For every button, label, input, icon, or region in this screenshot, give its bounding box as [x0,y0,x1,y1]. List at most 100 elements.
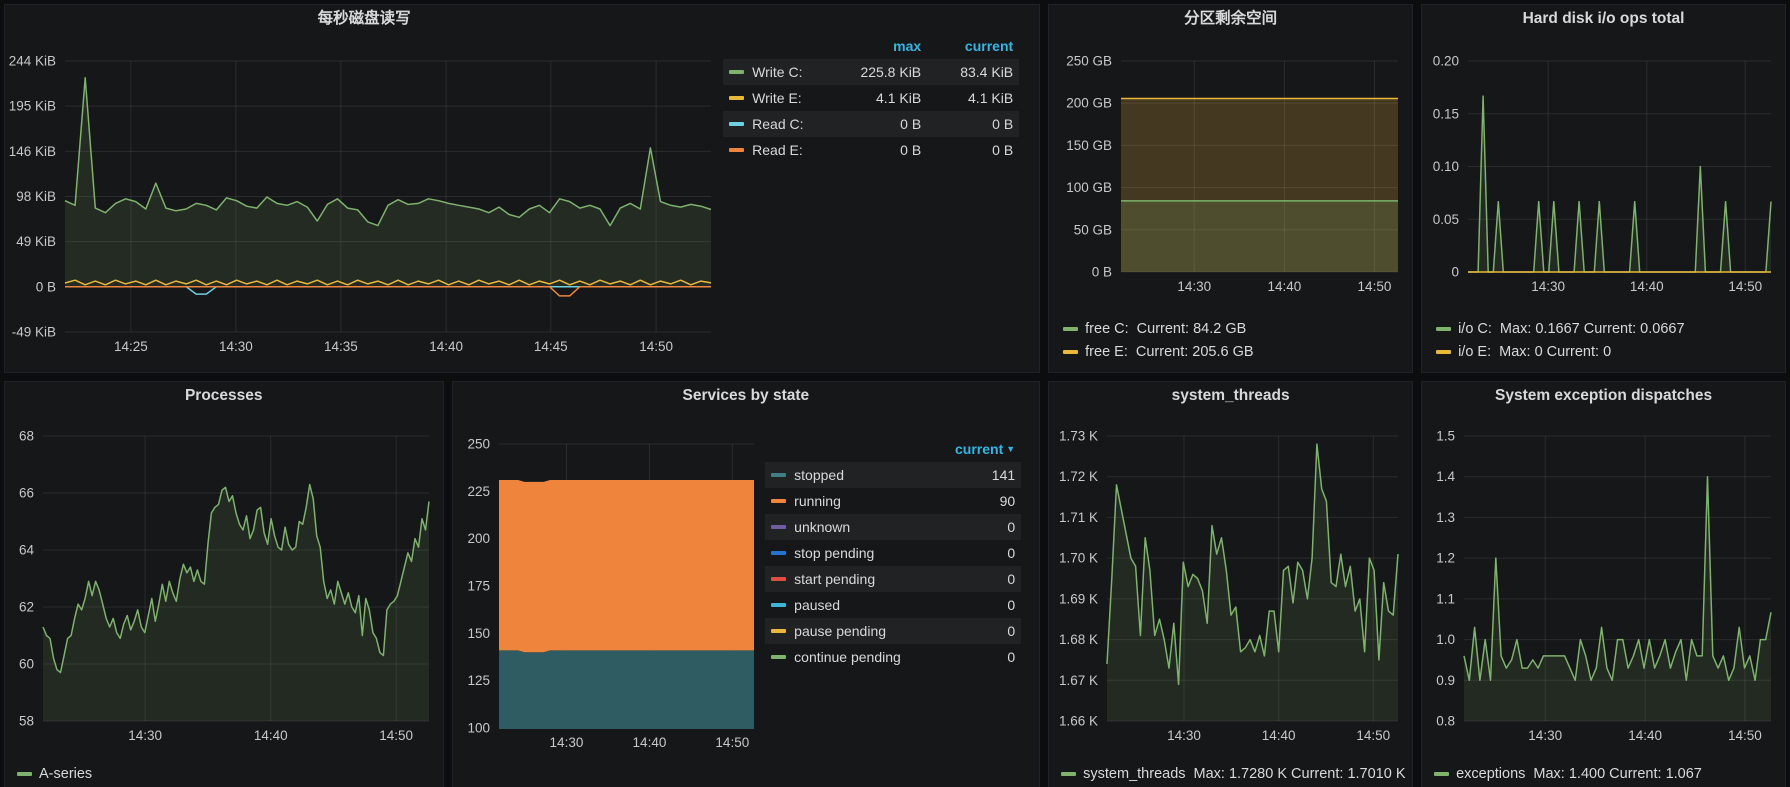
svg-text:14:30: 14:30 [128,728,162,743]
series-value: 0 B [921,116,1013,132]
series-color-dash [771,577,786,581]
svg-text:1.68 K: 1.68 K [1059,632,1098,647]
svg-text:58: 58 [19,714,34,729]
series-name[interactable]: paused [794,597,923,613]
svg-text:0 B: 0 B [36,279,56,294]
series-name[interactable]: system_threads [1083,766,1185,782]
panel-services-by-state: Services by state 2502252001751501251001… [452,381,1041,787]
series-color-dash [1436,350,1451,354]
svg-text:14:30: 14:30 [549,735,583,750]
legend-row: paused0 [765,592,1021,618]
hard-disk-io-ops-chart[interactable]: 0.200.150.100.05014:3014:4014:50 [1422,33,1785,312]
legend-row: Read E:0 B0 B [723,137,1019,163]
series-name[interactable]: Read C: [752,116,829,132]
series-value: 0 [923,571,1015,587]
series-color-dash [771,473,786,477]
panel-partition-free-space: 分区剩余空间 250 GB200 GB150 GB100 GB50 GB0 B1… [1048,4,1413,373]
svg-text:14:35: 14:35 [324,339,358,354]
svg-text:195 KiB: 195 KiB [9,99,56,114]
legend-row: Read C:0 B0 B [723,111,1019,137]
series-name[interactable]: Read E: [752,142,829,158]
svg-text:14:50: 14:50 [379,728,413,743]
panel-title-system-threads[interactable]: system_threads [1049,382,1412,410]
svg-text:1.4: 1.4 [1436,469,1455,484]
series-name[interactable]: Write C: [752,64,829,80]
svg-text:0.10: 0.10 [1433,159,1459,174]
legend-sort-max[interactable]: max [829,38,921,54]
partition-free-space-chart[interactable]: 250 GB200 GB150 GB100 GB50 GB0 B14:3014:… [1049,33,1412,312]
series-name[interactable]: start pending [794,571,923,587]
panel-title-disk-rw[interactable]: 每秒磁盘读写 [5,5,723,33]
series-value: 83.4 KiB [921,64,1013,80]
series-name[interactable]: unknown [794,519,923,535]
series-value: 0 [923,519,1015,535]
partition-free-space-legend: free C: Current: 84.2 GB free E: Current: 2… [1049,312,1412,372]
svg-text:1.69 K: 1.69 K [1059,591,1098,606]
series-name[interactable]: running [794,493,923,509]
svg-text:250 GB: 250 GB [1066,54,1112,69]
series-name[interactable]: Write E: [752,90,829,106]
panel-title-processes[interactable]: Processes [5,382,443,410]
services-by-state-chart[interactable]: 25022520017515012510014:3014:4014:50 [453,410,766,787]
legend-line: i/o C:Max: 0.1667 Current: 0.0667 [1436,318,1785,341]
series-name[interactable]: free E: [1085,344,1128,360]
series-value: 0 [923,649,1015,665]
svg-text:1.0: 1.0 [1436,632,1455,647]
legend-row: stopped141 [765,462,1021,488]
legend-line: free C: Current: 84.2 GB [1063,318,1412,341]
svg-text:1.71 K: 1.71 K [1059,510,1098,525]
svg-text:0.8: 0.8 [1436,714,1455,729]
series-value: 0 [923,597,1015,613]
svg-text:14:30: 14:30 [1167,728,1201,743]
series-value: 0 [923,545,1015,561]
panel-title-exception-dispatches[interactable]: System exception dispatches [1422,382,1785,410]
panel-system-threads: system_threads 1.73 K1.72 K1.71 K1.70 K1… [1048,381,1413,787]
series-name[interactable]: continue pending [794,649,923,665]
system-threads-chart[interactable]: 1.73 K1.72 K1.71 K1.70 K1.69 K1.68 K1.67… [1049,410,1412,755]
panel-title-services-by-state[interactable]: Services by state [453,382,1040,410]
processes-chart[interactable]: 68666462605814:3014:4014:50 [5,410,443,755]
series-value: 0 [923,623,1015,639]
svg-text:0.20: 0.20 [1433,54,1459,69]
svg-text:64: 64 [19,543,35,558]
series-color-dash [771,629,786,633]
svg-text:100: 100 [467,721,490,736]
grafana-dashboard: 每秒磁盘读写 244 KiB195 KiB146 KiB98 KiB49 KiB… [0,0,1790,787]
svg-text:49 KiB: 49 KiB [16,234,56,249]
panel-title-hard-disk-io-ops[interactable]: Hard disk i/o ops total [1422,5,1785,33]
series-color-dash [1434,772,1449,776]
svg-text:100 GB: 100 GB [1066,180,1112,195]
series-stats: Max: 1.400 Current: 1.067 [1533,766,1701,782]
series-name[interactable]: pause pending [794,623,923,639]
svg-text:200: 200 [467,531,490,546]
svg-text:1.2: 1.2 [1436,551,1455,566]
series-color-dash [1063,327,1078,331]
series-name[interactable]: stopped [794,467,923,483]
svg-text:1.72 K: 1.72 K [1059,469,1098,484]
legend-sort-current[interactable]: current [921,38,1013,54]
svg-text:14:50: 14:50 [1357,728,1391,743]
svg-text:175: 175 [467,579,490,594]
series-name[interactable]: free C: [1085,321,1129,337]
series-value: 141 [923,467,1015,483]
disk-rw-chart[interactable]: 244 KiB195 KiB146 KiB98 KiB49 KiB0 B-49 … [5,33,723,372]
legend-sort-current[interactable]: current▼ [923,441,1015,457]
panel-exception-dispatches: System exception dispatches 1.51.41.31.2… [1421,381,1786,787]
panel-title-partition-free-space[interactable]: 分区剩余空间 [1049,5,1412,33]
exception-dispatches-chart[interactable]: 1.51.41.31.21.11.00.90.814:3014:4014:50 [1422,410,1785,755]
series-name[interactable]: A-series [39,766,92,782]
legend-row: pause pending0 [765,618,1021,644]
series-name[interactable]: stop pending [794,545,923,561]
panel-hard-disk-io-ops: Hard disk i/o ops total 0.200.150.100.05… [1421,4,1786,373]
legend-header-row: maxcurrent [723,33,1019,59]
svg-text:-49 KiB: -49 KiB [12,325,56,340]
series-stats: Current: 84.2 GB [1137,321,1247,337]
series-stats: Current: 205.6 GB [1136,344,1254,360]
series-name[interactable]: i/o C: [1458,321,1492,337]
svg-text:62: 62 [19,600,34,615]
series-name[interactable]: i/o E: [1458,344,1491,360]
legend-row: stop pending0 [765,540,1021,566]
series-color-dash [771,525,786,529]
series-stats: Max: 0 Current: 0 [1499,344,1611,360]
series-name[interactable]: exceptions [1456,766,1525,782]
